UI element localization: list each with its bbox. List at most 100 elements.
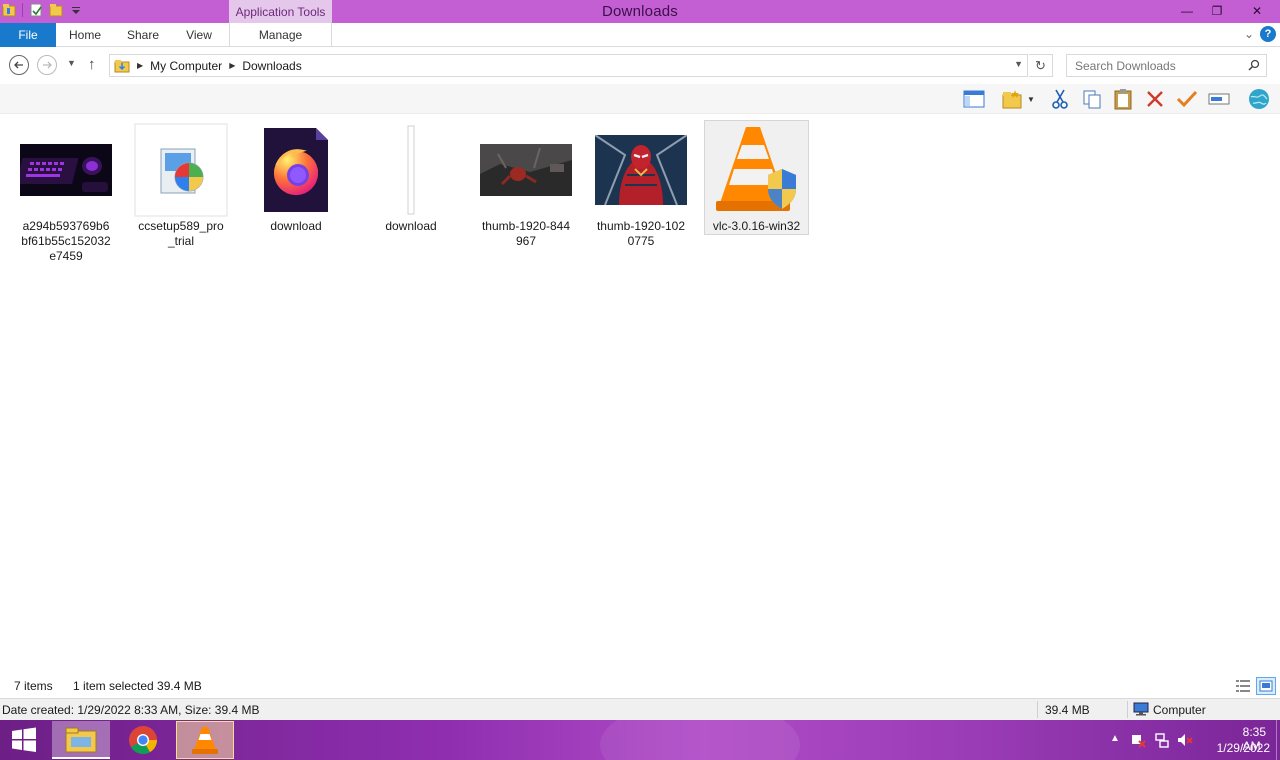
file-list[interactable]: a294b593769b6bf61b55c152032e7459 ccsetup… <box>0 115 1280 675</box>
details-view-icon[interactable] <box>1235 678 1251 694</box>
minimize-button[interactable]: — <box>1172 0 1202 21</box>
taskbar-file-explorer[interactable] <box>52 721 110 759</box>
windows-logo-icon <box>12 727 36 752</box>
details-size: 39.4 MB <box>1045 703 1090 717</box>
show-desktop-button[interactable] <box>1276 720 1280 760</box>
large-icons-view-icon <box>1259 680 1273 692</box>
large-icons-view-button[interactable] <box>1256 677 1276 695</box>
address-bar[interactable]: ▶ My Computer ▶ Downloads ▼ <box>109 54 1028 77</box>
rename-icon[interactable] <box>1207 88 1231 110</box>
divider <box>1037 701 1038 718</box>
breadcrumb-downloads[interactable]: Downloads <box>242 59 301 73</box>
vlc-icon <box>192 727 218 754</box>
file-explorer-icon <box>65 727 97 753</box>
arrow-left-icon <box>14 61 23 69</box>
help-icon[interactable]: ? <box>1260 26 1276 42</box>
firefox-file-icon <box>246 122 346 218</box>
new-folder-icon[interactable] <box>49 3 63 17</box>
file-name: a294b593769b6bf61b55c152032e7459 <box>21 219 111 263</box>
selection-info: 1 item selected 39.4 MB <box>73 679 202 693</box>
command-toolbar: ▼ <box>0 84 1280 114</box>
divider <box>1127 701 1128 718</box>
file-name: thumb-1920-1020775 <box>596 219 686 248</box>
details-text: Date created: 1/29/2022 8:33 AM, Size: 3… <box>2 703 260 717</box>
close-button[interactable]: ✕ <box>1234 0 1280 21</box>
address-dropdown-icon[interactable]: ▼ <box>1014 59 1023 69</box>
item-count: 7 items <box>14 679 53 693</box>
taskbar-chrome[interactable] <box>114 721 172 759</box>
refresh-button[interactable]: ↻ <box>1029 54 1053 77</box>
blank-file-icon <box>361 122 461 218</box>
ribbon-tabs: File Home Share View Manage ⌄ ? <box>0 23 1280 47</box>
show-hidden-icons-button[interactable]: ▲ <box>1110 733 1120 744</box>
start-button[interactable] <box>0 720 48 760</box>
preview-pane-icon[interactable] <box>962 88 986 110</box>
refresh-icon: ↻ <box>1035 57 1046 73</box>
chevron-down-icon[interactable]: ⌄ <box>1244 27 1254 41</box>
file-item[interactable]: ccsetup589_pro_trial <box>131 122 231 249</box>
chevron-right-icon[interactable]: ▶ <box>137 61 143 70</box>
cut-icon[interactable] <box>1048 88 1072 110</box>
file-item-selected[interactable]: vlc-3.0.16-win32 <box>704 120 809 235</box>
up-arrow-icon[interactable]: ↑ <box>88 56 96 73</box>
computer-icon <box>1133 702 1149 716</box>
image-thumbnail <box>591 122 691 218</box>
copy-icon[interactable] <box>1080 88 1104 110</box>
tab-share[interactable]: Share <box>114 23 172 47</box>
checkmark-icon[interactable] <box>1175 88 1199 110</box>
maximize-button[interactable]: ❐ <box>1202 0 1232 21</box>
globe-icon[interactable] <box>1247 88 1271 110</box>
file-name: download <box>385 219 437 233</box>
file-item[interactable]: thumb-1920-844967 <box>476 122 576 249</box>
tab-manage[interactable]: Manage <box>229 23 332 47</box>
image-thumbnail <box>16 122 116 218</box>
file-item[interactable]: download <box>361 122 461 234</box>
tab-home[interactable]: Home <box>56 23 114 47</box>
search-icon[interactable] <box>1248 59 1260 71</box>
file-name: vlc-3.0.16-win32 <box>712 219 801 233</box>
vlc-cone-icon <box>705 121 808 218</box>
arrow-right-icon <box>43 61 52 69</box>
application-tools-label: Application Tools <box>229 0 332 23</box>
chrome-icon <box>129 726 157 754</box>
chevron-right-icon[interactable]: ▶ <box>229 61 235 70</box>
qat-dropdown-icon[interactable] <box>69 3 83 17</box>
tab-file[interactable]: File <box>0 23 56 47</box>
image-thumbnail <box>476 122 576 218</box>
file-name: download <box>270 219 322 233</box>
action-center-icon[interactable] <box>1130 732 1146 748</box>
file-item[interactable]: a294b593769b6bf61b55c152032e7459 <box>16 122 116 264</box>
navigation-bar: ▼ ↑ ▶ My Computer ▶ Downloads ▼ ↻ Search… <box>0 48 1280 84</box>
file-item[interactable]: download <box>246 122 346 234</box>
network-icon[interactable] <box>1154 732 1170 748</box>
file-name: ccsetup589_pro_trial <box>138 219 224 248</box>
tab-view[interactable]: View <box>172 23 226 47</box>
status-bar: 7 items 1 item selected 39.4 MB <box>0 675 1280 697</box>
delete-icon[interactable] <box>1143 88 1167 110</box>
clock-date[interactable]: 1/29/2022 <box>1217 741 1270 755</box>
wallpaper-decoration <box>600 720 800 760</box>
properties-icon[interactable] <box>29 3 43 17</box>
new-folder-dropdown-icon[interactable]: ▼ <box>1024 88 1038 110</box>
back-button[interactable] <box>9 55 29 75</box>
new-folder-icon[interactable] <box>1000 88 1024 110</box>
taskbar: ▲ 8:35 AM 1/29/2022 <box>0 720 1280 760</box>
file-name: thumb-1920-844967 <box>481 219 571 248</box>
volume-muted-icon[interactable] <box>1177 732 1193 748</box>
details-location: Computer <box>1153 703 1206 717</box>
details-bar: Date created: 1/29/2022 8:33 AM, Size: 3… <box>0 698 1280 720</box>
title-bar: Application Tools Downloads — ❐ ✕ <box>0 0 1280 23</box>
recent-locations-icon[interactable]: ▼ <box>67 58 76 68</box>
search-input[interactable]: Search Downloads <box>1066 54 1267 77</box>
paste-icon[interactable] <box>1111 88 1135 110</box>
taskbar-vlc[interactable] <box>176 721 234 759</box>
file-item[interactable]: thumb-1920-1020775 <box>591 122 691 249</box>
quick-access-toolbar <box>2 3 83 17</box>
forward-button[interactable] <box>37 55 57 75</box>
downloads-folder-icon <box>114 59 130 72</box>
breadcrumb-my-computer[interactable]: My Computer <box>150 59 222 73</box>
installer-icon <box>131 122 231 218</box>
search-placeholder: Search Downloads <box>1075 58 1176 73</box>
folder-app-icon[interactable] <box>2 3 16 17</box>
window-title: Downloads <box>601 3 678 20</box>
